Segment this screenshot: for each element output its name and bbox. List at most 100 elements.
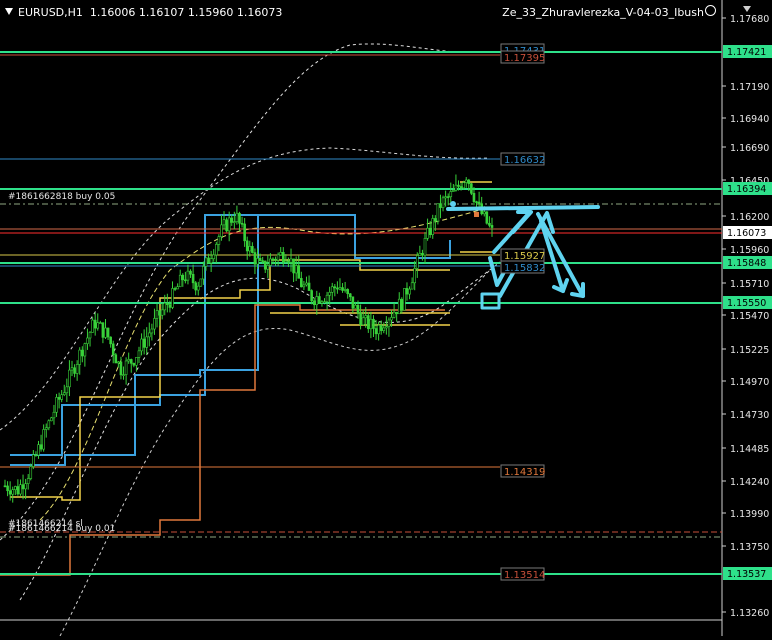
candle-body <box>8 490 12 495</box>
candle-body <box>91 319 94 333</box>
candle-body <box>145 336 149 348</box>
candle-body <box>459 186 463 189</box>
candle-body <box>374 328 378 335</box>
candle-body <box>369 318 373 330</box>
candle-body <box>171 288 174 308</box>
price-tag-label: 1.17421 <box>727 47 766 58</box>
candle-body <box>14 486 17 490</box>
candle-body <box>245 240 249 252</box>
candle-body <box>333 286 337 289</box>
candle-body <box>88 332 92 339</box>
candle-body <box>65 386 69 394</box>
candle-body <box>441 197 445 208</box>
candle-body <box>351 296 355 309</box>
candle-body <box>44 427 48 430</box>
candle-body <box>47 420 51 429</box>
price-tick-label: 1.15470 <box>730 311 769 322</box>
candle-body <box>19 484 22 495</box>
candle-body <box>81 349 84 357</box>
candle-body <box>176 286 179 290</box>
candle-body <box>426 227 429 239</box>
arrow-horizontal-line[interactable] <box>446 205 600 211</box>
candle-body <box>225 219 228 232</box>
candle-body <box>207 257 210 264</box>
candle-body <box>32 454 35 467</box>
candle-body <box>106 327 110 338</box>
level-label: 1.17395 <box>504 53 545 64</box>
autoscroll-icon[interactable] <box>743 6 751 12</box>
candle-body <box>52 411 56 419</box>
candle-body <box>16 486 20 495</box>
candle-body <box>173 288 177 290</box>
candle-body <box>372 318 375 329</box>
price-tick-label: 1.14730 <box>730 410 769 421</box>
price-tag-label: 1.13537 <box>727 569 766 580</box>
envelope-lower-outer <box>59 264 496 637</box>
smiley-icon[interactable] <box>705 5 716 16</box>
candle-body <box>310 290 313 302</box>
price-tick-label: 1.16940 <box>730 114 769 125</box>
candle-body <box>160 309 164 316</box>
candle-body <box>312 300 316 306</box>
candle-body <box>294 265 298 274</box>
candle-body <box>359 312 362 326</box>
candle-body <box>199 278 203 287</box>
candle-body <box>338 287 342 290</box>
step-channel-lower <box>0 304 445 576</box>
candle-body <box>377 324 380 335</box>
target-box[interactable] <box>480 292 501 310</box>
candle-body <box>75 364 79 374</box>
candle-body <box>418 253 422 256</box>
candle-body <box>397 298 401 315</box>
candle-body <box>202 266 205 280</box>
chart-canvas[interactable]: 1.176801.171901.169401.166901.164501.162… <box>0 0 772 637</box>
candle-body <box>111 343 115 356</box>
candle-body <box>415 255 419 269</box>
level-label: 1.15832 <box>504 263 545 274</box>
candle-body <box>68 369 71 388</box>
candle-body <box>57 397 61 400</box>
candle-body <box>137 350 141 358</box>
candle-body <box>114 354 118 364</box>
candle-body <box>184 279 187 282</box>
candle-body <box>464 179 468 183</box>
candle-body <box>155 310 159 319</box>
candle-body <box>341 287 344 291</box>
candle-body <box>39 444 43 450</box>
candle-body <box>382 327 386 331</box>
candle-body <box>191 273 195 284</box>
candle-body <box>256 258 259 265</box>
order-label: #1861662818 buy 0.05 <box>8 192 115 202</box>
candle-body <box>132 363 136 366</box>
candle-body <box>230 217 234 223</box>
candle-body <box>446 196 450 198</box>
candle-body <box>408 288 411 295</box>
candle-body <box>6 485 9 492</box>
symbol-menu-icon[interactable] <box>5 8 13 15</box>
price-chart[interactable]: 1.17680 1.17190 1.16940 1.16690 1.16450 1.162… <box>0 0 772 637</box>
candle-body <box>302 284 306 288</box>
candle-body <box>158 310 161 316</box>
candle-body <box>222 219 226 226</box>
candle-body <box>37 444 40 456</box>
candle-body <box>462 182 465 189</box>
candle-body <box>269 258 272 266</box>
price-tick-label: 1.13990 <box>730 509 769 520</box>
candle-body <box>238 212 241 224</box>
candle-body <box>315 296 319 306</box>
candle-body <box>452 190 455 192</box>
candle-body <box>287 260 290 263</box>
candle-body <box>449 191 453 198</box>
candle-body <box>196 285 200 291</box>
candle-body <box>444 196 447 199</box>
candle-body <box>243 223 246 242</box>
candle-body <box>431 218 435 235</box>
candle-body <box>271 258 275 261</box>
candle-body <box>248 246 252 252</box>
candle-body <box>93 319 97 329</box>
candle-body <box>163 302 167 311</box>
price-tick-label: 1.13750 <box>730 542 769 553</box>
candle-body <box>276 254 280 261</box>
candle-body <box>305 282 308 286</box>
candle-body <box>470 183 473 194</box>
